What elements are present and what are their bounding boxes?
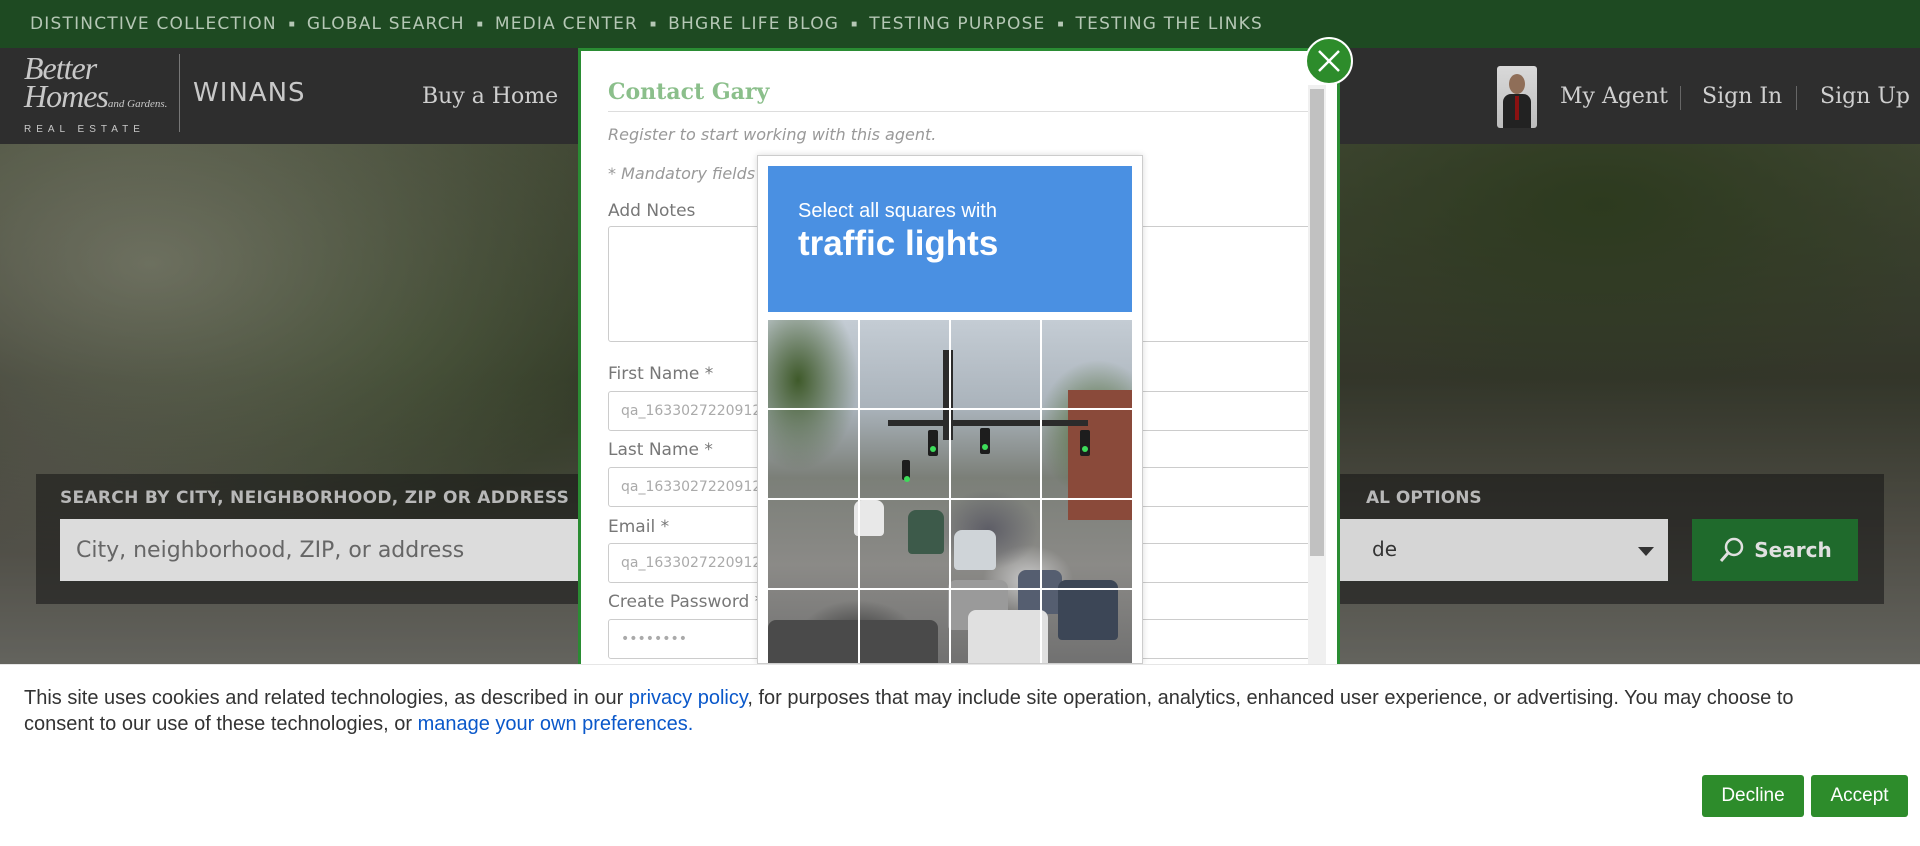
traffic-light <box>1080 430 1090 456</box>
options-label: AL OPTIONS <box>1366 488 1482 508</box>
search-label: SEARCH BY CITY, NEIGHBORHOOD, ZIP OR ADD… <box>60 488 570 508</box>
separator-dot: ■ <box>1057 18 1064 30</box>
captcha-instruction: Select all squares with <box>798 200 997 222</box>
topnav-media-center[interactable]: MEDIA CENTER <box>495 14 638 34</box>
nav-buy-a-home[interactable]: Buy a Home <box>422 84 558 109</box>
mandatory-note: * Mandatory fields <box>608 164 756 183</box>
separator-dot: ■ <box>650 18 657 30</box>
options-select-value: de <box>1372 537 1397 561</box>
modal-subtitle: Register to start working with this agen… <box>608 125 937 144</box>
search-button-label: Search <box>1754 538 1832 562</box>
office-name: WINANS <box>193 78 306 108</box>
sign-up-link[interactable]: Sign Up <box>1820 84 1910 109</box>
options-select[interactable]: de <box>1336 519 1668 581</box>
cookie-message: This site uses cookies and related techn… <box>24 687 1794 735</box>
sign-in-link[interactable]: Sign In <box>1702 84 1782 109</box>
last-name-label: Last Name * <box>608 440 713 460</box>
close-modal-button[interactable] <box>1305 37 1353 85</box>
topnav-distinctive-collection[interactable]: DISTINCTIVE COLLECTION <box>30 14 277 34</box>
separator-dot: ■ <box>851 18 858 30</box>
accept-button[interactable]: Accept <box>1811 775 1908 817</box>
search-icon <box>1720 537 1744 562</box>
captcha-image-grid[interactable] <box>768 320 1132 663</box>
traffic-light <box>980 428 990 454</box>
notes-label: Add Notes <box>608 201 696 221</box>
search-button[interactable]: Search <box>1692 519 1858 581</box>
topnav-bhgre-life-blog[interactable]: BHGRE LIFE BLOG <box>668 14 839 34</box>
privacy-policy-link[interactable]: privacy policy <box>629 687 748 709</box>
separator-dot: ■ <box>288 18 295 30</box>
logo-divider <box>179 54 180 132</box>
logo-line-real-estate: REAL ESTATE <box>24 124 145 135</box>
password-label: Create Password * <box>608 592 764 612</box>
brand-logo[interactable]: Better Homesand Gardens. REAL ESTATE <box>24 52 169 136</box>
manage-preferences-link[interactable]: manage your own preferences. <box>418 713 694 735</box>
logo-line-homes: Homesand Gardens. <box>24 78 168 114</box>
traffic-light <box>928 430 938 456</box>
chevron-down-icon <box>1638 547 1654 556</box>
location-search-input[interactable] <box>60 519 660 581</box>
separator-dot: ■ <box>476 18 483 30</box>
cookie-banner: This site uses cookies and related techn… <box>0 664 1920 846</box>
header-divider <box>1680 86 1681 110</box>
header-divider <box>1796 86 1797 110</box>
captcha-target: traffic lights <box>798 224 999 263</box>
email-label: Email * <box>608 517 670 537</box>
captcha-challenge: Select all squares with traffic lights <box>757 155 1143 664</box>
first-name-label: First Name * <box>608 364 714 384</box>
topnav-testing-the-links[interactable]: TESTING THE LINKS <box>1076 14 1263 34</box>
decline-button[interactable]: Decline <box>1702 775 1804 817</box>
modal-title: Contact Gary <box>608 79 770 105</box>
captcha-header: Select all squares with traffic lights <box>768 166 1132 312</box>
topnav-global-search[interactable]: GLOBAL SEARCH <box>307 14 465 34</box>
topnav-testing-purpose[interactable]: TESTING PURPOSE <box>869 14 1045 34</box>
traffic-light <box>902 460 910 482</box>
modal-scrollbar-thumb[interactable] <box>1310 89 1324 556</box>
top-navigation: DISTINCTIVE COLLECTION ■ GLOBAL SEARCH ■… <box>0 0 1920 48</box>
modal-divider <box>608 111 1324 112</box>
close-icon <box>1318 50 1340 72</box>
agent-avatar[interactable] <box>1497 66 1537 128</box>
my-agent-link[interactable]: My Agent <box>1560 84 1668 109</box>
